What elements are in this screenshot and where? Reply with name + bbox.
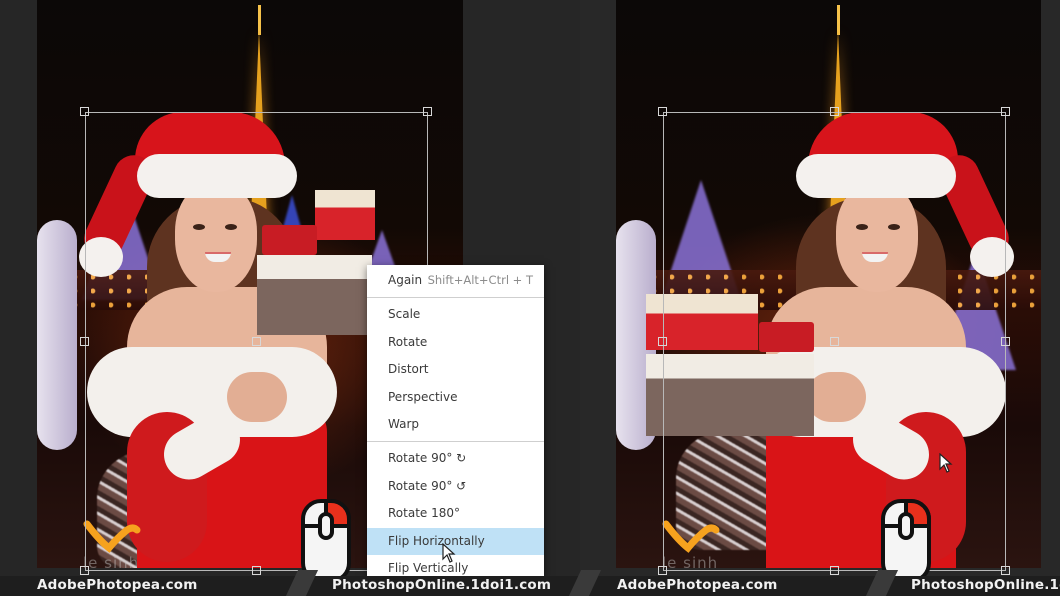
menu-item-distort[interactable]: Distort: [367, 356, 544, 384]
transform-handle-middle-right[interactable]: [1001, 337, 1010, 346]
menu-item-shortcut: Shift+Alt+Ctrl + T: [427, 273, 533, 287]
menu-item-rotate[interactable]: Rotate: [367, 329, 544, 357]
transform-handle-bottom-left[interactable]: [80, 566, 89, 575]
transform-pivot-center[interactable]: [252, 337, 261, 346]
menu-item-rotate-180[interactable]: Rotate 180°: [367, 500, 544, 528]
menu-item-scale[interactable]: Scale: [367, 301, 544, 329]
transform-handle-bottom-left[interactable]: [658, 566, 667, 575]
menu-item-label: Again: [388, 273, 423, 287]
snow-figure: [37, 220, 77, 450]
menu-item-rotate-90-ccw[interactable]: Rotate 90° ↺: [367, 473, 544, 501]
transform-handle-bottom-middle[interactable]: [252, 566, 261, 575]
transform-handle-top-left[interactable]: [658, 107, 667, 116]
caption-photopea-right: AdobePhotopea.com: [617, 577, 778, 593]
left-workspace: le sinh Again Shift+Alt+Ctrl + T Scale R…: [0, 0, 580, 583]
mouse-left-click-icon: [880, 498, 932, 583]
menu-item-again[interactable]: Again Shift+Alt+Ctrl + T: [367, 265, 544, 295]
transform-handle-bottom-middle[interactable]: [830, 566, 839, 575]
transform-context-menu: Again Shift+Alt+Ctrl + T Scale Rotate Di…: [367, 265, 544, 576]
transform-handle-middle-left[interactable]: [80, 337, 89, 346]
transform-handle-top-right[interactable]: [423, 107, 432, 116]
transform-pivot-center[interactable]: [830, 337, 839, 346]
transform-handle-top-left[interactable]: [80, 107, 89, 116]
transform-handle-bottom-right[interactable]: [1001, 566, 1010, 575]
mouse-left-click-icon: [300, 498, 352, 583]
transform-handle-top-right[interactable]: [1001, 107, 1010, 116]
menu-item-warp[interactable]: Warp: [367, 411, 544, 439]
transform-handle-middle-left[interactable]: [658, 337, 667, 346]
caption-photoshoponline-left: PhotoshopOnline.1doi1.com: [332, 577, 552, 593]
menu-item-rotate-90-cw[interactable]: Rotate 90° ↻: [367, 445, 544, 473]
transform-handle-top-middle[interactable]: [830, 107, 839, 116]
menu-item-perspective[interactable]: Perspective: [367, 384, 544, 412]
arrow-cursor-icon: [442, 542, 456, 568]
right-workspace: le sinh: [580, 0, 1060, 583]
menu-separator: [367, 440, 544, 442]
menu-separator: [367, 297, 544, 298]
caption-photopea-left: AdobePhotopea.com: [37, 577, 198, 593]
caption-photoshoponline-right: PhotoshopOnline.1d: [911, 577, 1060, 593]
arrow-cursor-icon: [939, 452, 953, 478]
